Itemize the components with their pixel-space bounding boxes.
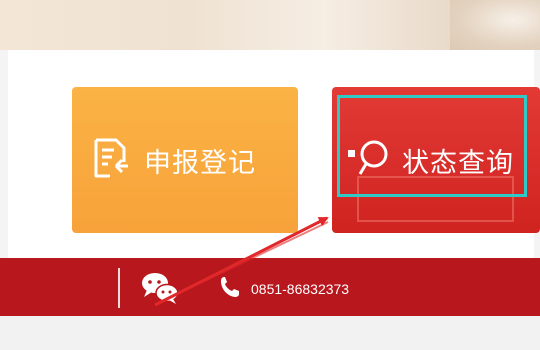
annotation-arrow-main — [154, 216, 329, 307]
annotation-arrows — [154, 216, 329, 307]
annotation-arrow-shadow — [195, 221, 329, 286]
